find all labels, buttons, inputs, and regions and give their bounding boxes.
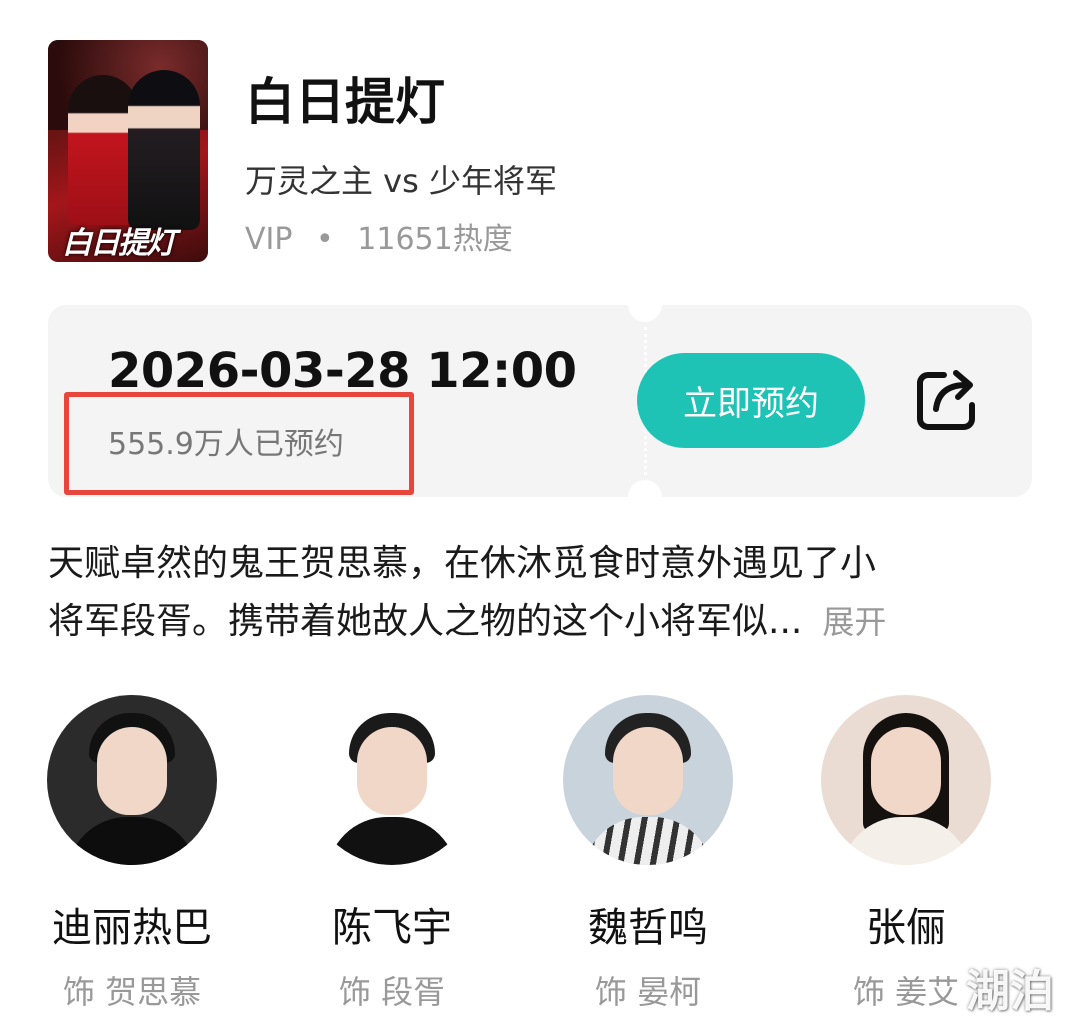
description-line-1: 天赋卓然的鬼王贺思慕，在休沐觅食时意外遇见了小 bbox=[48, 543, 877, 584]
cast-role: 饰 贺思慕 bbox=[62, 973, 202, 1011]
avatar-body bbox=[327, 817, 457, 865]
cast-member[interactable]: 迪丽热巴 饰 贺思慕 bbox=[37, 695, 227, 1013]
description-line-2-text: 将军段胥。携带着她故人之物的这个小将军似... bbox=[48, 601, 803, 642]
avatar-face bbox=[97, 727, 167, 815]
avatar-body bbox=[67, 817, 197, 865]
avatar-face bbox=[357, 727, 427, 815]
show-description: 天赋卓然的鬼王贺思慕，在休沐觅食时意外遇见了小 将军段胥。携带着她故人之物的这个… bbox=[48, 535, 1038, 651]
cast-role: 饰 晏柯 bbox=[594, 973, 702, 1011]
vip-badge: VIP bbox=[245, 222, 293, 257]
avatar-face bbox=[871, 727, 941, 815]
reserve-button[interactable]: 立即预约 bbox=[637, 353, 865, 448]
ticket-notch-top bbox=[628, 288, 662, 322]
cast-role: 饰 段胥 bbox=[338, 973, 446, 1011]
cast-name: 迪丽热巴 bbox=[52, 905, 212, 951]
release-datetime: 2026-03-28 12:00 bbox=[108, 343, 577, 399]
cast-name: 魏哲鸣 bbox=[588, 905, 708, 951]
reservation-card: 2026-03-28 12:00 555.9万人已预约 立即预约 bbox=[48, 288, 1032, 514]
description-line-2: 将军段胥。携带着她故人之物的这个小将军似... 展开 bbox=[48, 593, 1038, 651]
poster-calligraphy: 白日提灯 bbox=[62, 226, 176, 261]
avatar-body bbox=[841, 817, 971, 865]
show-title: 白日提灯 bbox=[245, 73, 445, 131]
poster-image[interactable]: 白日提灯 bbox=[48, 40, 208, 262]
ticket-notch-bottom bbox=[628, 480, 662, 514]
show-subtitle: 万灵之主 vs 少年将军 bbox=[245, 162, 557, 200]
highlight-box bbox=[64, 392, 414, 495]
watermark: 湖泊 bbox=[966, 966, 1054, 1017]
cast-avatar bbox=[307, 695, 477, 865]
cast-avatar bbox=[563, 695, 733, 865]
avatar-face bbox=[613, 727, 683, 815]
share-icon[interactable] bbox=[914, 367, 980, 433]
show-meta: VIP • 11651热度 bbox=[245, 214, 513, 258]
expand-link[interactable]: 展开 bbox=[822, 603, 886, 641]
cast-name: 张俪 bbox=[866, 905, 946, 951]
avatar-body bbox=[583, 817, 713, 865]
cast-avatar bbox=[47, 695, 217, 865]
poster-figure-male bbox=[128, 70, 200, 230]
heat-count: 11651热度 bbox=[357, 222, 513, 257]
cast-avatar bbox=[821, 695, 991, 865]
meta-separator: • bbox=[316, 222, 334, 257]
cast-member[interactable]: 陈飞宇 饰 段胥 bbox=[297, 695, 487, 1013]
cast-name: 陈飞宇 bbox=[332, 905, 452, 951]
cast-member[interactable]: 魏哲鸣 饰 晏柯 bbox=[553, 695, 743, 1013]
